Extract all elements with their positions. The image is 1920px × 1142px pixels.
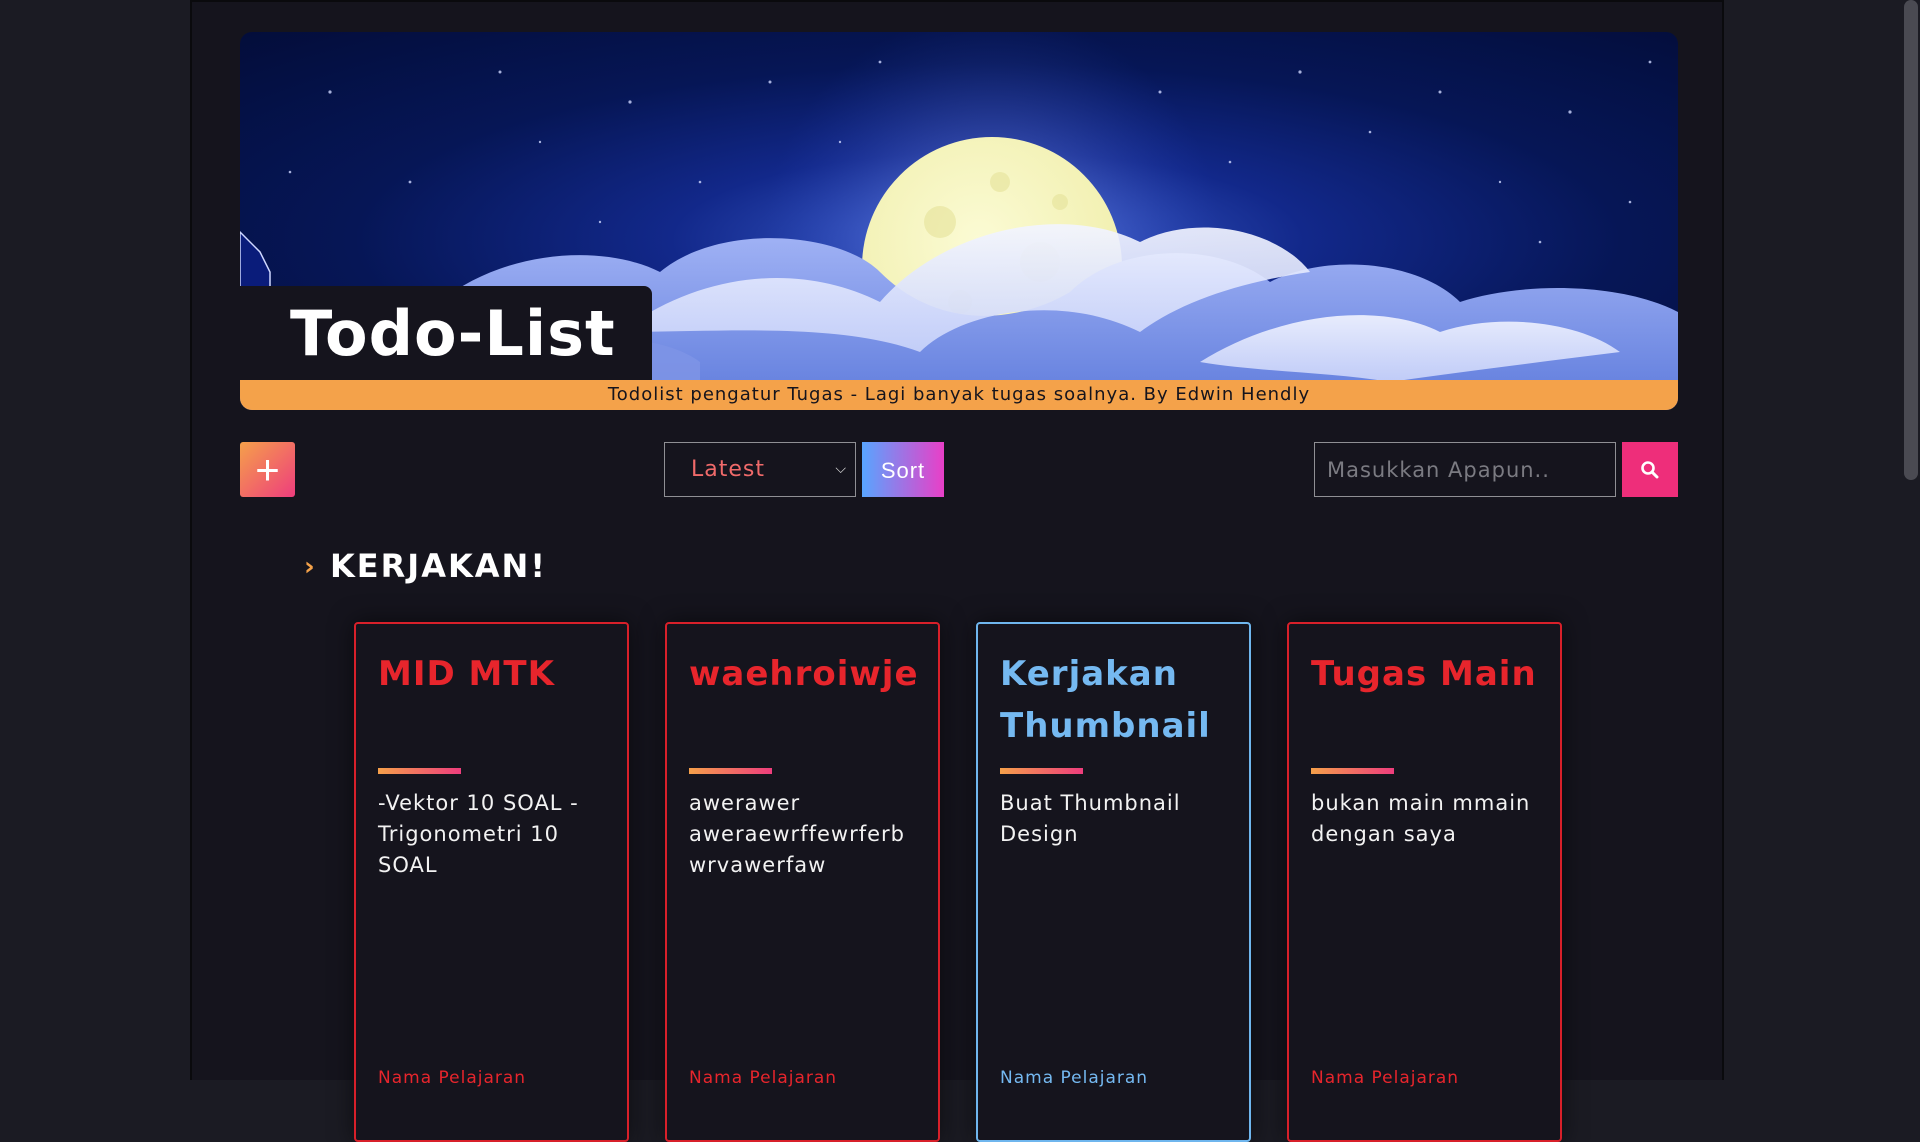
- card-description: Buat Thumbnail Design: [1000, 791, 1181, 846]
- chevron-down-icon: ⌵: [835, 461, 847, 477]
- add-task-button[interactable]: +: [240, 442, 295, 497]
- card-description: awerawer aweraewrffewrferb wrvawerfaw: [689, 791, 905, 877]
- card-title: Kerjakan Thumbnail: [1000, 654, 1211, 746]
- header-banner: Todo-List Todolist pengatur Tugas - Lagi…: [240, 32, 1678, 410]
- scrollbar[interactable]: [1902, 0, 1920, 1080]
- card-subject: Nama Pelajaran: [1000, 1068, 1149, 1088]
- card-description: bukan main mmain dengan saya: [1311, 791, 1531, 846]
- tagline: Todolist pengatur Tugas - Lagi banyak tu…: [240, 380, 1678, 410]
- app-title: Todo-List: [290, 297, 616, 370]
- card-title: MID MTK: [378, 654, 555, 694]
- card-subject: Nama Pelajaran: [1311, 1068, 1460, 1088]
- card-subject: Nama Pelajaran: [689, 1068, 838, 1088]
- scrollbar-thumb[interactable]: [1904, 0, 1918, 480]
- plus-icon: +: [255, 445, 280, 493]
- search-input[interactable]: [1314, 442, 1616, 497]
- page-container: Todo-List Todolist pengatur Tugas - Lagi…: [190, 0, 1724, 1142]
- search-icon: [1641, 461, 1659, 479]
- search-button[interactable]: [1622, 442, 1678, 497]
- card-divider: [378, 768, 461, 774]
- card-divider: [1311, 768, 1394, 774]
- section-heading: KERJAKAN!: [304, 546, 547, 586]
- task-card[interactable]: Tugas Main bukan main mmain dengan saya …: [1287, 622, 1562, 1142]
- task-card[interactable]: MID MTK -Vektor 10 SOAL -Trigonometri 10…: [354, 622, 629, 1142]
- card-description: -Vektor 10 SOAL -Trigonometri 10 SOAL: [378, 791, 579, 877]
- card-divider: [1000, 768, 1083, 774]
- card-subject: Nama Pelajaran: [378, 1068, 527, 1088]
- card-title: Tugas Main: [1311, 654, 1537, 694]
- title-box: Todo-List: [240, 286, 652, 382]
- sort-dropdown[interactable]: Latest ⌵: [664, 442, 856, 497]
- sort-button[interactable]: Sort: [862, 442, 944, 497]
- sort-selected-value: Latest: [691, 457, 765, 482]
- task-card[interactable]: waehroiwje awerawer aweraewrffewrferb wr…: [665, 622, 940, 1142]
- card-title: waehroiwje: [689, 654, 919, 694]
- section-heading-text: KERJAKAN!: [330, 547, 547, 585]
- card-divider: [689, 768, 772, 774]
- task-card[interactable]: Kerjakan Thumbnail Buat Thumbnail Design…: [976, 622, 1251, 1142]
